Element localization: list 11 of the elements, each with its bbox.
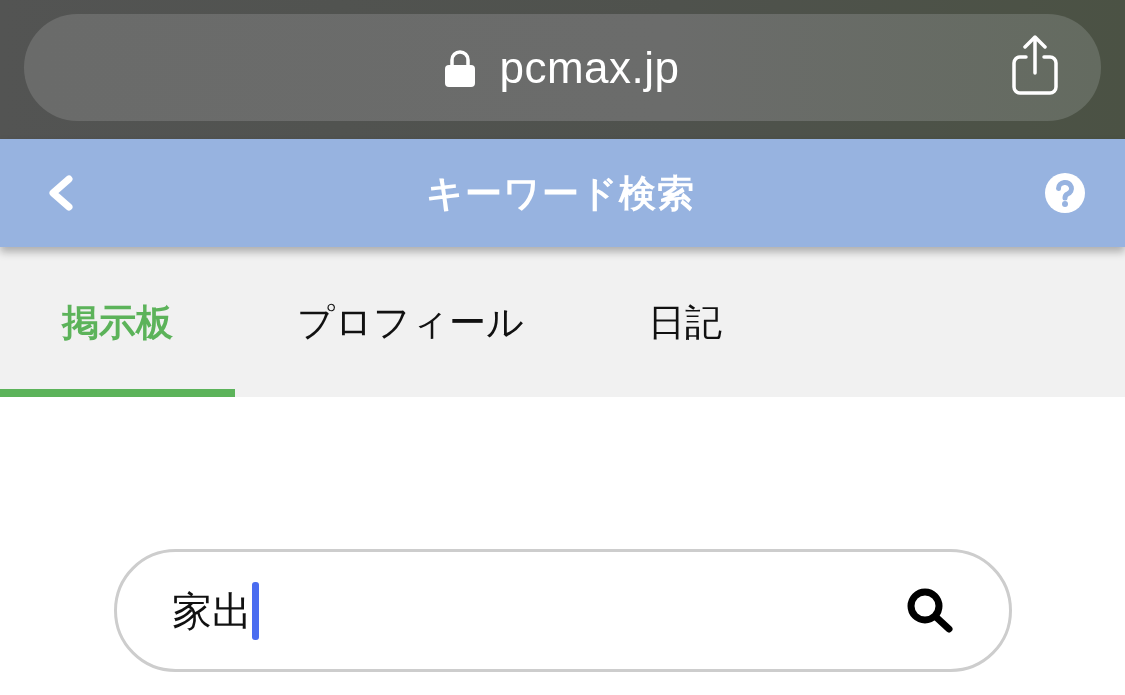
address-bar[interactable]: pcmax.jp: [24, 14, 1101, 121]
help-icon: [1045, 173, 1085, 213]
search-button[interactable]: [907, 588, 954, 633]
lock-icon: [445, 48, 476, 87]
share-icon[interactable]: [1012, 35, 1058, 95]
tab[interactable]: 日記: [586, 247, 784, 397]
search-icon: [907, 588, 954, 633]
url-text: pcmax.jp: [499, 45, 680, 90]
page-title: キーワード検索: [425, 174, 695, 212]
search-field[interactable]: 家出: [114, 549, 1012, 672]
tab[interactable]: プロフィール: [235, 247, 586, 397]
